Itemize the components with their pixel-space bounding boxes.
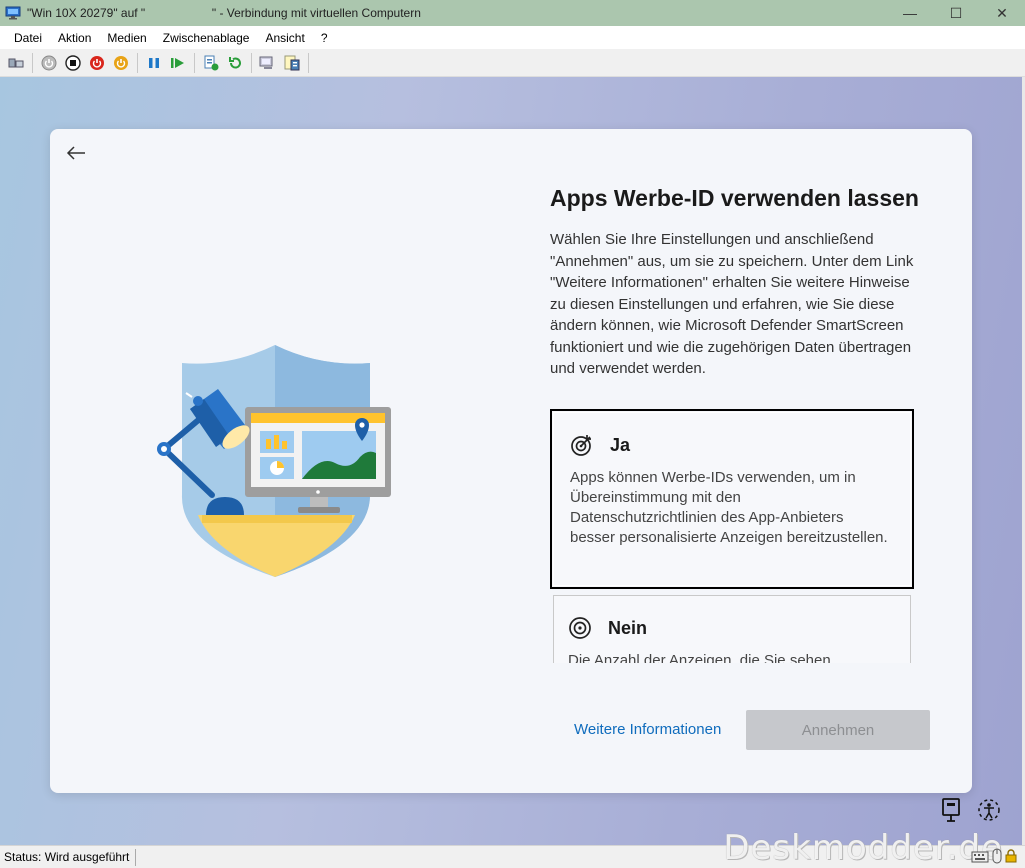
menu-aktion[interactable]: Aktion: [50, 31, 99, 45]
menu-help[interactable]: ?: [313, 31, 336, 45]
ctrl-alt-del-icon[interactable]: [6, 53, 26, 73]
enhanced-session-icon[interactable]: [258, 53, 278, 73]
turn-off-icon[interactable]: [63, 53, 83, 73]
keyboard-input-icon[interactable]: [938, 795, 964, 825]
close-button[interactable]: ✕: [979, 0, 1025, 26]
lock-icon: [1005, 849, 1017, 868]
watermark: Deskmodder.de: [723, 828, 1003, 868]
keyboard-status-icon: [971, 850, 989, 868]
menu-zwischenablage[interactable]: Zwischenablage: [155, 31, 258, 45]
minimize-button[interactable]: —: [887, 0, 933, 26]
back-button[interactable]: [62, 141, 90, 165]
revert-icon[interactable]: [225, 53, 245, 73]
mouse-status-icon: [992, 848, 1002, 868]
oobe-dialog: Apps Werbe-ID verwenden lassen Wählen Si…: [50, 129, 972, 793]
window-title: "Win 10X 20279" auf " " - Verbindung mit…: [27, 6, 421, 20]
resume-icon[interactable]: [168, 53, 188, 73]
vm-connection-icon: [5, 6, 21, 20]
accessibility-icon[interactable]: [975, 795, 1003, 825]
maximize-button[interactable]: ☐: [933, 0, 979, 26]
page-description: Wählen Sie Ihre Einstellungen und anschl…: [550, 231, 914, 377]
checkpoint-icon[interactable]: [201, 53, 221, 73]
title-bar: "Win 10X 20279" auf " " - Verbindung mit…: [0, 0, 1025, 26]
toolbar-separator: [32, 52, 33, 73]
shutdown-icon[interactable]: [87, 53, 107, 73]
more-info-link[interactable]: Weitere Informationen: [574, 721, 721, 738]
option-nein-description: Die Anzahl der Anzeigen, die Sie sehen: [568, 652, 831, 663]
option-ja[interactable]: Ja Apps können Werbe-IDs verwenden, um i…: [550, 409, 914, 589]
accept-button[interactable]: Annehmen: [746, 710, 930, 750]
status-text: Status: Wird ausgeführt: [0, 848, 137, 866]
menu-ansicht[interactable]: Ansicht: [257, 31, 312, 45]
target-icon: [568, 616, 592, 640]
vm-display[interactable]: Apps Werbe-ID verwenden lassen Wählen Si…: [0, 77, 1022, 845]
page-title: Apps Werbe-ID verwenden lassen: [550, 185, 919, 211]
choice-list: Ja Apps können Werbe-IDs verwenden, um i…: [550, 409, 916, 663]
option-ja-description: Apps können Werbe-IDs verwenden, um in Ü…: [570, 469, 888, 546]
pause-icon[interactable]: [144, 53, 164, 73]
status-icons: [971, 848, 1017, 868]
menu-medien[interactable]: Medien: [99, 31, 154, 45]
menu-datei[interactable]: Datei: [6, 31, 50, 45]
toolbar: [0, 49, 1025, 77]
save-icon[interactable]: [111, 53, 131, 73]
option-ja-title: Ja: [610, 434, 631, 455]
menu-bar: Datei Aktion Medien Zwischenablage Ansic…: [0, 26, 1025, 49]
toolbar-separator: [251, 52, 252, 73]
toolbar-separator: [194, 52, 195, 73]
privacy-shield-illustration: [150, 345, 400, 577]
target-arrow-icon: [570, 433, 594, 457]
start-icon[interactable]: [39, 53, 59, 73]
share-icon[interactable]: [282, 53, 302, 73]
option-nein-title: Nein: [608, 617, 648, 638]
toolbar-separator: [308, 52, 309, 73]
toolbar-separator: [137, 52, 138, 73]
arrow-left-icon: [66, 146, 85, 160]
option-nein[interactable]: Nein Die Anzahl der Anzeigen, die Sie se…: [553, 595, 911, 663]
